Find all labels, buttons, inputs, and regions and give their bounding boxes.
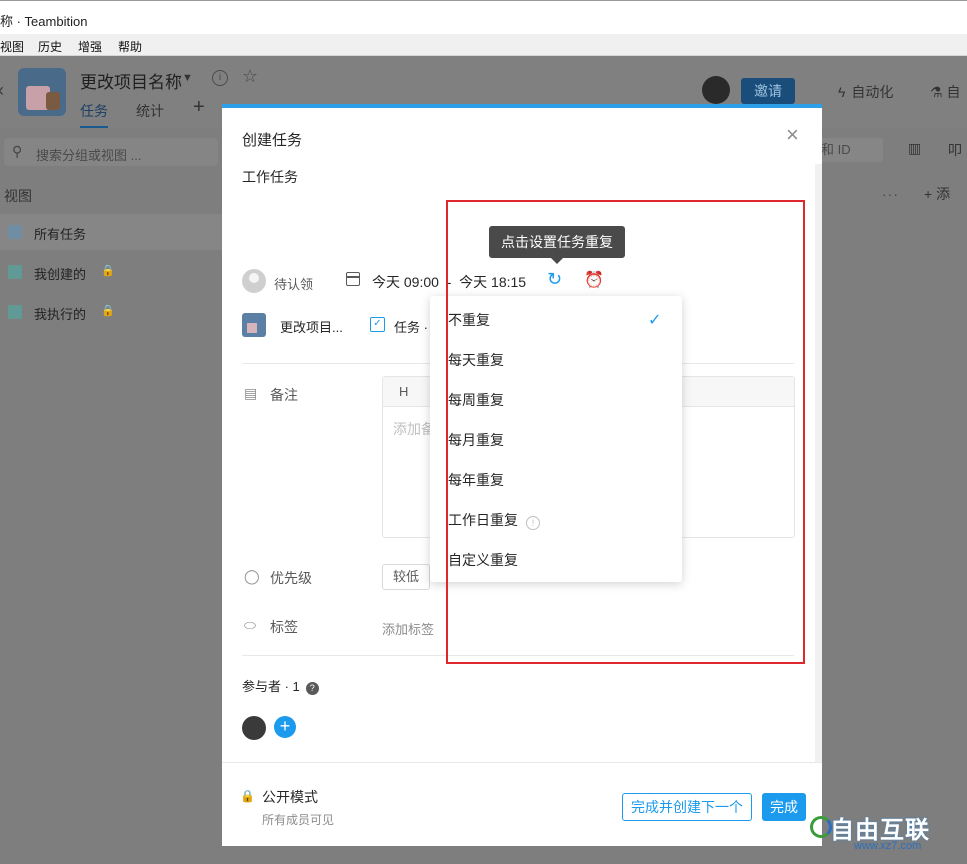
flask-icon: ⚗ [930, 84, 947, 100]
participants-label: 参与者 · 1 [242, 679, 300, 694]
modal-footer: 🔒 公开模式 所有成员可见 完成并创建下一个 完成 [222, 762, 822, 846]
column-view-icon[interactable]: ▥ [908, 140, 921, 157]
list-view-icon[interactable]: 叩 [948, 140, 962, 160]
window-title: 称 · Teambition [0, 14, 88, 29]
priority-icon: ◯ [244, 568, 260, 584]
tab-statistics[interactable]: 统计 [136, 101, 164, 121]
brand-logo-icon [810, 816, 832, 838]
search-icon: ⚲ [12, 143, 23, 159]
add-tab-icon[interactable]: + [193, 96, 205, 119]
add-column-button[interactable]: + 添 [924, 184, 950, 204]
more-toolbar-label: 自 [946, 84, 961, 100]
sidebar-item-label: 所有任务 [34, 227, 87, 242]
note-icon: ▤ [244, 385, 258, 401]
heading-button[interactable]: H [399, 384, 408, 399]
notes-placeholder: 添加备 [393, 421, 435, 437]
search-placeholder: 搜索分组或视图 ... [36, 148, 142, 163]
done-button[interactable]: 完成 [762, 793, 806, 821]
task-id-search[interactable]: 和 ID [815, 138, 883, 162]
task-checkbox-icon: ✓ [370, 317, 385, 332]
all-tasks-icon [8, 225, 22, 239]
avatar[interactable] [702, 76, 730, 104]
tag-icon: ⬭ [244, 617, 256, 633]
visibility-description: 所有成员可见 [262, 813, 335, 827]
assignee-label: 待认领 [274, 277, 314, 292]
modal-scrollbar[interactable] [815, 164, 822, 764]
menu-enhance[interactable]: 增强 [78, 38, 102, 55]
tab-tasks[interactable]: 任务 [80, 101, 108, 128]
start-date[interactable]: 今天 09:00 [372, 274, 439, 290]
add-participant-button[interactable]: + [274, 716, 296, 738]
modal-title: 创建任务 [242, 132, 303, 149]
table-icon [8, 265, 22, 279]
bolt-icon: ϟ [838, 84, 846, 100]
sidebar-item-label: 我执行的 [34, 307, 87, 322]
menu-help[interactable]: 帮助 [118, 38, 142, 55]
tags-label: 标签 [270, 619, 298, 635]
sidebar-item-assigned-to-me[interactable]: 我执行的 🔒 [0, 294, 222, 330]
watermark-url: www.xz7.com [854, 840, 922, 852]
participants-heading: 参与者 · 1? [242, 676, 319, 695]
project-thumbnail [242, 313, 266, 337]
unassigned-avatar-icon [242, 269, 266, 293]
project-short-name: 更改项目... [280, 320, 343, 335]
help-icon[interactable]: ? [305, 682, 319, 695]
automation-label: 自动化 [851, 84, 894, 100]
add-column-label: 添 [936, 186, 951, 202]
info-icon[interactable]: i [212, 70, 228, 86]
views-heading: 视图 [4, 188, 32, 204]
add-tag-button[interactable]: 添加标签 [382, 619, 434, 638]
sidebar-item-created-by-me[interactable]: 我创建的 🔒 [0, 254, 222, 290]
automation-button[interactable]: ϟ 自动化 [838, 82, 893, 102]
calendar-icon [346, 272, 360, 286]
table-icon [8, 305, 22, 319]
menu-view[interactable]: 视图 [0, 38, 24, 55]
lock-icon: 🔒 [101, 305, 115, 317]
task-type-selector[interactable]: 任务 · [394, 317, 428, 336]
sidebar: ⚲ 搜索分组或视图 ... 视图 所有任务 我创建的 🔒 我执行的 🔒 [0, 128, 222, 864]
sidebar-item-all-tasks[interactable]: 所有任务 [0, 214, 222, 250]
caret-down-icon[interactable]: ▼ [182, 72, 193, 84]
project-cover-image[interactable] [18, 68, 66, 116]
project-name[interactable]: 更改项目名称 [80, 68, 182, 93]
back-chevron-icon[interactable]: ‹ [0, 80, 4, 101]
sidebar-search-input[interactable]: ⚲ 搜索分组或视图 ... [4, 138, 218, 166]
sidebar-item-label: 我创建的 [34, 267, 87, 282]
lock-icon: 🔒 [240, 789, 255, 803]
notes-label: 备注 [270, 387, 298, 403]
menu-bar: 视图 历史 增强 帮助 [0, 34, 967, 56]
task-type-label[interactable]: 工作任务 [242, 167, 298, 187]
menu-history[interactable]: 历史 [38, 38, 62, 55]
close-icon[interactable]: × [786, 122, 799, 148]
more-options-icon[interactable]: ··· [882, 186, 899, 202]
visibility-mode[interactable]: 公开模式 [262, 787, 318, 807]
create-and-next-button[interactable]: 完成并创建下一个 [622, 793, 752, 821]
window-titlebar: 称 · Teambition [0, 0, 967, 34]
participant-avatar[interactable] [242, 716, 266, 740]
priority-label: 优先级 [270, 570, 312, 586]
annotation-highlight-box [446, 200, 805, 664]
priority-select[interactable]: 较低 [382, 564, 430, 590]
invite-button[interactable]: 邀请 [741, 78, 795, 104]
lock-icon: 🔒 [101, 265, 115, 277]
modal-accent-bar [222, 104, 822, 108]
more-toolbar-button[interactable]: ⚗ 自 [930, 82, 960, 102]
star-icon[interactable]: ☆ [242, 66, 258, 87]
watermark-logo: 自由互联 www.xz7.com [810, 810, 960, 860]
